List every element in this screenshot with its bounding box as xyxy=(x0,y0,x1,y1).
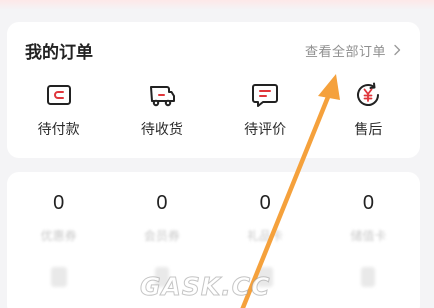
yuan-refund-icon xyxy=(357,82,380,106)
view-all-orders-label: 查看全部订单 xyxy=(304,43,386,59)
asset-label: 优惠券 xyxy=(40,229,77,243)
asset-count: 0 xyxy=(259,192,271,214)
order-item-label: 待付款 xyxy=(37,121,80,137)
blurred-shortcut-icon xyxy=(328,267,408,287)
order-item-pending-payment[interactable]: 待付款 xyxy=(19,80,99,144)
asset-row: 0 优惠券 0 会员券 0 礼品卡 0 储值卡 xyxy=(7,192,420,244)
header-tint xyxy=(0,0,434,10)
order-item-label: 售后 xyxy=(354,121,383,137)
order-item-label: 待收货 xyxy=(140,121,183,137)
watermark-logo: GASK.CC xyxy=(139,272,271,302)
asset-label: 会员券 xyxy=(143,229,180,243)
comment-icon xyxy=(252,84,279,107)
asset-item-gift-cards[interactable]: 0 礼品卡 xyxy=(225,192,305,244)
orders-header: 我的订单 查看全部订单 xyxy=(25,38,404,62)
asset-item-member-vouchers[interactable]: 0 会员券 xyxy=(122,192,202,244)
blurred-shortcut-icon xyxy=(19,267,99,287)
asset-item-stored-value-cards[interactable]: 0 储值卡 xyxy=(328,192,408,244)
order-item-label: 待评价 xyxy=(244,121,287,137)
wallet-icon xyxy=(46,85,71,105)
chevron-right-icon xyxy=(394,44,401,56)
asset-label: 礼品卡 xyxy=(247,229,284,243)
orders-title: 我的订单 xyxy=(25,42,93,62)
asset-label: 储值卡 xyxy=(350,229,387,243)
order-item-pending-review[interactable]: 待评价 xyxy=(225,80,305,144)
truck-icon xyxy=(149,86,175,107)
asset-count: 0 xyxy=(156,192,168,214)
asset-count: 0 xyxy=(362,192,374,214)
orders-screen: 我的订单 查看全部订单 待付款 待收货 待评价 售后 0 优惠券 0 会员券 0… xyxy=(0,0,434,308)
my-orders-card: 我的订单 查看全部订单 待付款 待收货 待评价 售后 xyxy=(7,22,420,158)
asset-item-coupons[interactable]: 0 优惠券 xyxy=(19,192,99,244)
order-status-row: 待付款 待收货 待评价 售后 xyxy=(7,80,420,144)
order-item-after-sales[interactable]: 售后 xyxy=(328,80,408,144)
view-all-orders-link[interactable]: 查看全部订单 xyxy=(305,41,404,60)
order-item-pending-receipt[interactable]: 待收货 xyxy=(122,80,202,144)
asset-count: 0 xyxy=(53,192,65,214)
